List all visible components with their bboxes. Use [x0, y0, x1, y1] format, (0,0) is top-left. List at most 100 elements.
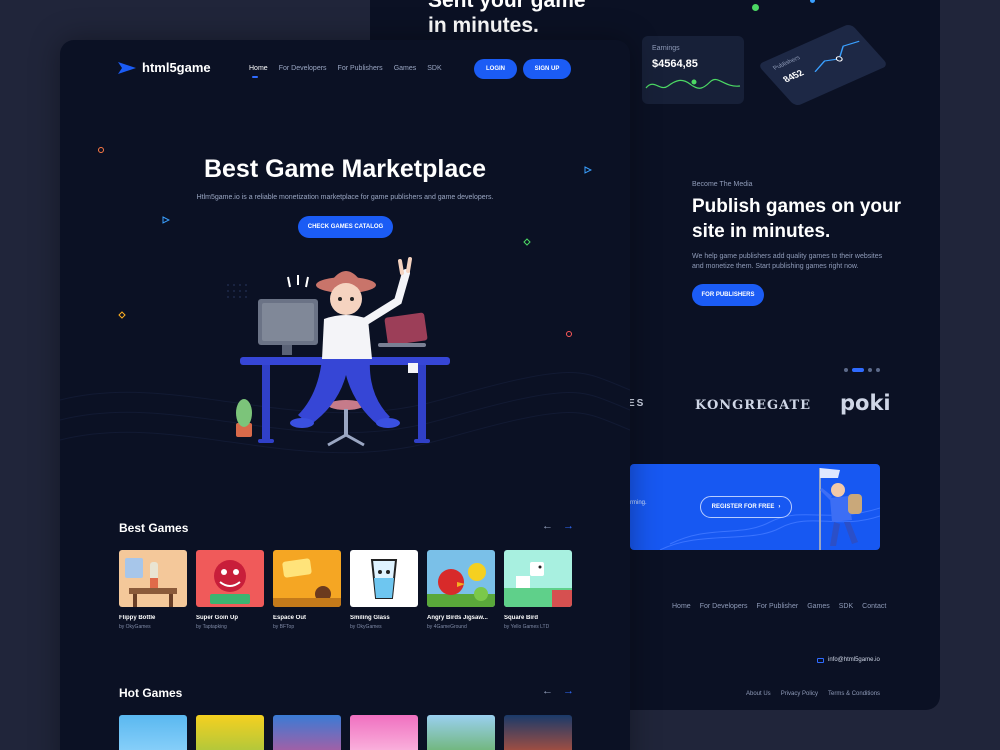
game-author: by BFTop — [273, 624, 295, 630]
chevron-right-icon: › — [778, 504, 781, 510]
publish-title: Publish games on your site in minutes. — [692, 196, 902, 242]
game-card[interactable]: Super Goin Up by Taptapking — [196, 550, 264, 630]
game-thumbnail — [273, 715, 341, 750]
footer-nav: Home For Developers For Publisher Games … — [672, 603, 886, 610]
earnings-sparkline — [645, 78, 741, 89]
earnings-value: $4564,85 — [652, 58, 698, 70]
game-thumbnail — [196, 550, 264, 607]
nav-sdk[interactable]: SDK — [427, 65, 441, 72]
game-thumbnail — [350, 715, 418, 750]
arrow-left-icon[interactable]: ← — [542, 520, 553, 532]
footer-link-publisher[interactable]: For Publisher — [757, 603, 799, 610]
register-button[interactable]: REGISTER FOR FREE › — [700, 496, 792, 518]
footer-link-terms[interactable]: Terms & Conditions — [828, 691, 880, 697]
diamond-decoration — [118, 311, 126, 319]
hot-games-carousel-controls: ← → — [542, 685, 574, 697]
green-dot-decoration — [752, 4, 759, 11]
flippy-bottle-art — [119, 550, 187, 607]
game-card[interactable] — [427, 715, 495, 750]
footer-link-contact[interactable]: Contact — [862, 603, 886, 610]
game-card[interactable]: Flippy Bottle by OkyGames — [119, 550, 187, 630]
game-thumbnail — [504, 550, 572, 607]
game-card[interactable]: Espace Out by BFTop — [273, 550, 341, 630]
footer-link-games[interactable]: Games — [807, 603, 830, 610]
game-author: by OkyGames — [119, 624, 151, 630]
game-name: Espace Out — [273, 615, 307, 621]
triangle-decoration — [162, 216, 170, 224]
angry-birds-jigsaw-art — [427, 550, 495, 607]
nav-developers[interactable]: For Developers — [279, 65, 327, 72]
publishers-sparkline — [814, 40, 860, 73]
game-card[interactable]: Angry Birds Jigsaw... by 4GameGround — [427, 550, 495, 630]
back-headline-line1: Sent your game — [428, 0, 586, 12]
hot-games-list — [119, 715, 572, 750]
partner-logo-kongregate: KONGREGATE — [695, 398, 812, 413]
smiling-glass-art — [350, 550, 418, 607]
slider-dot[interactable] — [844, 368, 848, 372]
earnings-label: Earnings — [652, 45, 680, 52]
game-card[interactable] — [119, 715, 187, 750]
login-button[interactable]: LOGIN — [474, 59, 517, 79]
game-card[interactable] — [504, 715, 572, 750]
super-goin-up-art — [196, 550, 264, 607]
site-logo[interactable]: html5game — [118, 60, 211, 75]
game-name: Flippy Bottle — [119, 615, 156, 621]
circle-decoration — [98, 147, 104, 153]
slider-dot[interactable] — [876, 368, 880, 372]
section-eyebrow: Become The Media — [692, 181, 753, 188]
for-publishers-button[interactable]: FOR PUBLISHERS — [692, 284, 764, 306]
hot-games-title: Hot Games — [119, 686, 183, 700]
publishers-widget: Publishers 8452 — [757, 23, 889, 107]
nav-games[interactable]: Games — [394, 65, 417, 72]
check-games-catalog-button[interactable]: CHECK GAMES CATALOG — [298, 216, 393, 238]
square-bird-art — [504, 550, 572, 607]
footer-link-sdk[interactable]: SDK — [839, 603, 853, 610]
game-author: by Taptapking — [196, 624, 227, 630]
contact-email[interactable]: info@html5game.io — [817, 657, 880, 663]
footer-link-home[interactable]: Home — [672, 603, 691, 610]
circle-decoration — [566, 331, 572, 337]
nav-home[interactable]: Home — [249, 65, 268, 78]
game-card[interactable]: Smiling Glass by OkyGames — [350, 550, 418, 630]
hero-subtitle: Htlm5game.io is a reliable monetization … — [196, 194, 494, 201]
game-name: Smiling Glass — [350, 615, 390, 621]
slider-pagination[interactable] — [844, 368, 880, 372]
back-headline: Sent your game in minutes. — [428, 0, 586, 38]
game-card[interactable] — [196, 715, 264, 750]
game-card[interactable] — [273, 715, 341, 750]
logo-text: html5game — [142, 60, 211, 75]
main-nav: Home For Developers For Publishers Games… — [249, 65, 442, 78]
flag-character-illustration — [819, 468, 862, 550]
game-card[interactable]: Square Bird by Yello Games LTD — [504, 550, 572, 630]
footer-legal: About Us Privacy Policy Terms & Conditio… — [746, 691, 880, 697]
register-banner: rming. REGISTER FOR FREE › — [630, 464, 880, 550]
game-author: by OkyGames — [350, 624, 382, 630]
earnings-widget: Earnings $4564,85 — [642, 36, 744, 104]
arrow-left-icon[interactable]: ← — [542, 685, 553, 697]
diamond-decoration — [523, 238, 531, 246]
publish-description: We help game publishers add quality game… — [692, 253, 883, 270]
game-thumbnail — [427, 715, 495, 750]
blue-dot-decoration — [810, 0, 815, 3]
footer-link-developers[interactable]: For Developers — [700, 603, 748, 610]
footer-link-about[interactable]: About Us — [746, 691, 771, 697]
game-thumbnail — [427, 550, 495, 607]
best-games-title: Best Games — [119, 521, 189, 535]
register-label: REGISTER FOR FREE — [711, 504, 775, 510]
partner-logo-partial: ES — [628, 398, 646, 409]
game-thumbnail — [504, 715, 572, 750]
arrow-right-icon[interactable]: → — [563, 520, 574, 532]
game-thumbnail — [196, 715, 264, 750]
espace-out-art — [273, 550, 341, 607]
game-name: Angry Birds Jigsaw... — [427, 615, 488, 621]
game-thumbnail — [350, 550, 418, 607]
nav-publishers[interactable]: For Publishers — [338, 65, 383, 72]
slider-dot-active[interactable] — [852, 368, 864, 372]
partner-logo-poki: poki — [840, 391, 891, 415]
game-name: Square Bird — [504, 615, 539, 621]
game-card[interactable] — [350, 715, 418, 750]
signup-button[interactable]: SIGN UP — [523, 59, 571, 79]
footer-link-privacy[interactable]: Privacy Policy — [781, 691, 818, 697]
arrow-right-icon[interactable]: → — [563, 685, 574, 697]
slider-dot[interactable] — [868, 368, 872, 372]
